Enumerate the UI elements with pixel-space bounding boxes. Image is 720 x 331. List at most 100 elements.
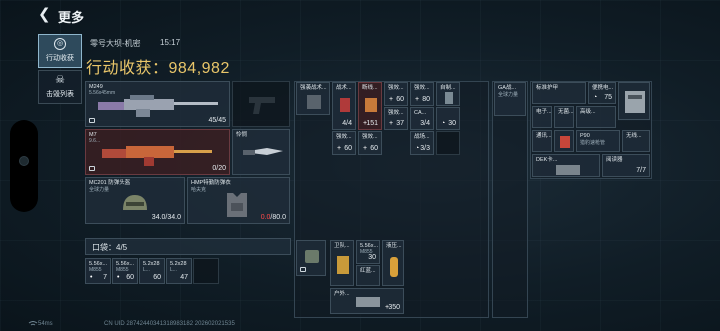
handle-dot-icon: [19, 156, 29, 166]
item-count: 7: [103, 274, 107, 281]
item-label: DEK卡...: [536, 157, 558, 163]
hydraulic-icon: [390, 257, 398, 277]
backpack-item[interactable]: 液压...: [382, 240, 404, 286]
item-label: 阅读器: [606, 157, 623, 163]
tab-label: 行动收获: [46, 55, 74, 62]
melee-name: 怜悯: [236, 132, 248, 138]
item-count: 80: [422, 96, 430, 103]
safe-box-item[interactable]: GA战... 全球力量: [494, 82, 526, 116]
item-count: 60: [126, 274, 134, 281]
item-label: 强袭战术...: [300, 85, 327, 91]
item-count: 60: [344, 145, 352, 152]
secure-item-red[interactable]: [554, 130, 574, 152]
item-count: 151: [366, 120, 378, 127]
helmet-durability: 34.0/34.0: [151, 214, 181, 221]
chest-rig-item[interactable]: 强效... + 37: [384, 107, 408, 130]
secure-item[interactable]: 通讯...: [532, 130, 552, 152]
chest-rig-item[interactable]: ◔ 30: [436, 107, 460, 130]
side-handle[interactable]: [10, 120, 38, 212]
pocket-item[interactable]: 5.2x28 L... 47: [166, 258, 192, 284]
backpack-item[interactable]: 卫队...: [330, 240, 354, 286]
armor-durability: 0.0/80.0: [261, 214, 286, 221]
secure-item[interactable]: DEK卡...: [532, 154, 600, 177]
item-count: 75: [604, 94, 612, 101]
pocket-label: 口袋：4/5: [92, 243, 128, 252]
item-count: 4/4: [342, 120, 352, 127]
back-arrow-icon[interactable]: ❮: [38, 7, 52, 22]
item-sub: 猎豹速枪管: [580, 140, 606, 146]
item-count: 30: [448, 120, 456, 127]
chest-rig-item[interactable]: 战场... ◔ 3/3: [410, 131, 434, 155]
item-label: 高级...: [580, 109, 596, 115]
map-name: 零号大坝-机密: [90, 39, 141, 48]
secure-item[interactable]: 高级...: [576, 106, 616, 128]
tab-operation-income[interactable]: ◎ 行动收获: [38, 34, 82, 68]
helmet-slot[interactable]: MC201 防弹头盔 全球力量 34.0/34.0: [85, 177, 185, 224]
item-label: 强效...: [388, 110, 404, 116]
backpack-item[interactable]: 5.56x... M855 30: [356, 240, 380, 264]
armor-slot[interactable]: HMP特勤防弹衣 哈夫克 0.0/80.0: [187, 177, 290, 224]
secure-item[interactable]: 无菌...: [554, 106, 574, 128]
melee-slot[interactable]: 怜悯: [232, 129, 290, 175]
pocket-item[interactable]: 5.2x28 L... 60: [139, 258, 165, 284]
secure-item[interactable]: [618, 82, 650, 120]
item-label: 无线...: [626, 133, 642, 139]
item-count: 37: [396, 120, 404, 127]
item-label: 红蓝...: [360, 268, 376, 274]
chest-rig-item[interactable]: 断线... + 151: [358, 82, 382, 130]
plus-icon: •: [117, 274, 120, 281]
chest-rig-item[interactable]: 强效... + 80: [410, 82, 434, 106]
sidearm-slot[interactable]: [232, 81, 290, 127]
primary-weapon-slot[interactable]: M249 5.56x45mm 45/45: [85, 81, 230, 127]
tab-kill-list[interactable]: ☠ 击毁列表: [38, 70, 82, 104]
clock-icon: ◔: [593, 94, 598, 101]
lock-icon: [300, 267, 306, 272]
item-label: CA...: [414, 110, 427, 116]
item-sub: M855: [89, 267, 102, 273]
pocket-item[interactable]: 5.56x... M855 • 60: [112, 258, 138, 284]
chest-rig-item[interactable]: 战术... 4/4: [332, 82, 356, 130]
backpack-icon: [305, 250, 319, 263]
chest-rig-item[interactable]: 强效... + 60: [332, 131, 356, 155]
item-label: 强效...: [388, 85, 404, 91]
chest-rig-item[interactable]: 强效... + 60: [384, 82, 408, 106]
chest-rig-empty-slot[interactable]: [436, 131, 460, 155]
armor-vest-icon: [227, 193, 247, 217]
chest-rig-item[interactable]: CA... 3/4: [410, 107, 434, 130]
item-label: 户外...: [334, 291, 350, 297]
secure-item[interactable]: 便携电... ◔ 75: [588, 82, 616, 104]
pocket-empty-slot[interactable]: [193, 258, 219, 284]
item-count: 7/7: [636, 167, 646, 174]
armor-durability-max: /80.0: [270, 214, 286, 221]
item-label: 强效...: [336, 134, 352, 140]
item-count: 60: [153, 274, 161, 281]
skull-icon: ☠: [55, 74, 65, 86]
item-sub: M855: [116, 267, 129, 273]
weapon-caliber: 9.6...: [89, 138, 101, 144]
chest-rig-item[interactable]: 自制...: [436, 82, 460, 106]
plus-icon: •: [90, 274, 93, 281]
secure-item[interactable]: 标准护甲: [532, 82, 586, 104]
item-label: 战术...: [336, 85, 352, 91]
rig-icon: [307, 95, 321, 109]
safe-box-panel: [492, 81, 528, 318]
plus-icon: +: [389, 96, 394, 103]
secure-item[interactable]: 无线...: [622, 130, 650, 152]
secure-item[interactable]: 电子...: [532, 106, 552, 128]
backpack-bag-slot[interactable]: [296, 240, 326, 276]
chest-rig-item[interactable]: 强袭战术...: [296, 82, 330, 115]
secondary-weapon-slot[interactable]: M7 9.6... 0/20: [85, 129, 230, 175]
pocket-item[interactable]: 5.56x... M855 • 7: [85, 258, 111, 284]
backpack-item[interactable]: 红蓝...: [356, 265, 380, 286]
item-sub: 全球力量: [498, 92, 519, 98]
secure-item[interactable]: P90 猎豹速枪管: [576, 130, 620, 152]
secure-item[interactable]: 阅读器 7/7: [602, 154, 650, 177]
wifi-icon: [28, 321, 38, 326]
backpack-item[interactable]: 户外... + 350: [330, 288, 404, 314]
chest-rig-item[interactable]: 强效... + 60: [358, 131, 382, 155]
item-label: 通讯...: [536, 133, 552, 139]
badge-icon: [337, 256, 349, 274]
lock-icon: [89, 118, 95, 123]
plus-icon: +: [415, 96, 420, 103]
page-title: 更多: [58, 10, 85, 25]
